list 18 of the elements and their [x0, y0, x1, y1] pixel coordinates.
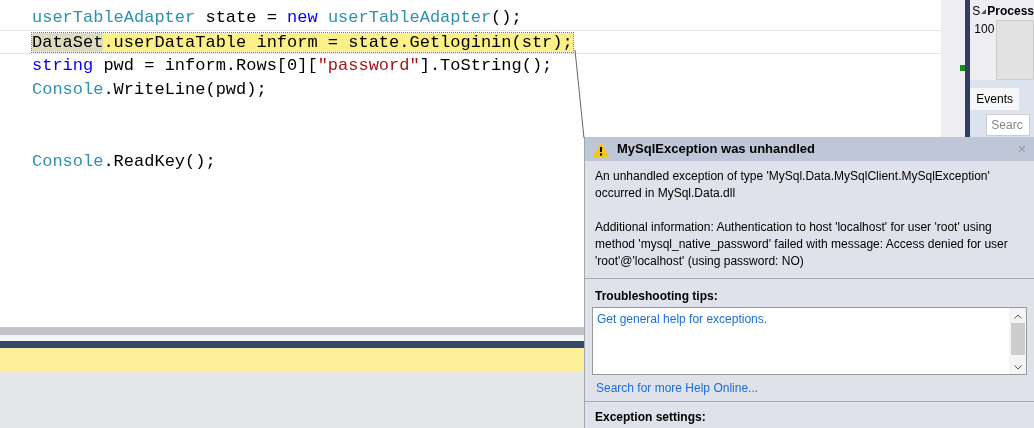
warning-icon — [593, 141, 609, 157]
scroll-up-icon[interactable] — [1013, 314, 1022, 319]
exception-settings-heading: Exception settings: — [594, 409, 707, 426]
panel-title: Process — [987, 3, 1034, 20]
exception-details: Additional information: Authentication to host 'localhost' for user 'root' using method 'mysql_native_password' failed with message: Access denied for user 'root'@'localhost' (using password: NO) — [595, 219, 1009, 270]
panel-title-prefix: S — [972, 3, 981, 20]
exception-message: An unhandled exception of type 'MySql.Data.MySqlClient.MySqlException' occurred in MySql.Data.dll — [595, 168, 991, 202]
scroll-down-icon[interactable] — [1013, 365, 1022, 370]
help-online-link[interactable]: Search for more Help Online... — [592, 379, 1027, 397]
troubleshooting-heading: Troubleshooting tips: — [594, 288, 719, 305]
events-tab[interactable]: Events — [970, 88, 1019, 110]
graph-area — [996, 20, 1034, 80]
change-marker — [959, 65, 965, 71]
search-field[interactable]: Searc — [986, 114, 1031, 136]
axis-label: 100 — [973, 21, 995, 38]
scrollbar[interactable] — [1009, 308, 1026, 374]
dropdown-triangle-icon — [981, 8, 987, 14]
exception-title: MySqlException was unhandled — [617, 140, 816, 159]
